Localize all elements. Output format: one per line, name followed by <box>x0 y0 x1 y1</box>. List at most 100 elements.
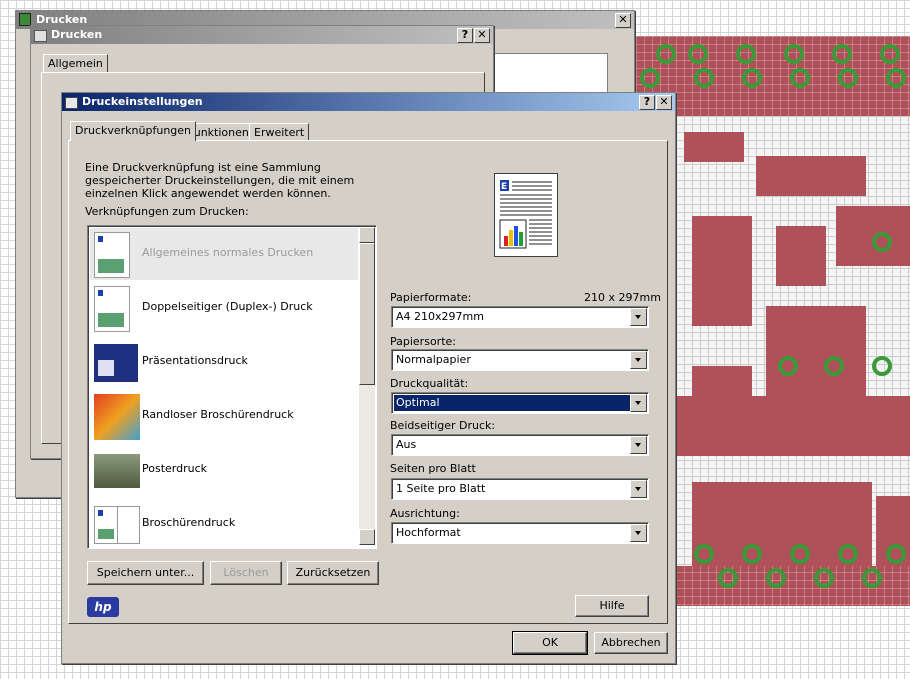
delete-button[interactable]: Löschen <box>210 561 282 585</box>
pcb-pad <box>832 44 852 64</box>
booklet-thumbnail-icon <box>94 506 140 544</box>
pcb-pad <box>784 44 804 64</box>
list-item[interactable]: Broschürendruck <box>90 498 358 548</box>
pcb-pad <box>880 44 900 64</box>
scroll-up-icon[interactable] <box>359 227 375 243</box>
pages-per-sheet-label: Seiten pro Blatt <box>390 462 476 475</box>
shortcuts-list[interactable]: Allgemeines normales Drucken Doppelseiti… <box>87 225 377 549</box>
pcb-pad <box>790 544 810 564</box>
pcb-pad <box>790 68 810 88</box>
pcb-pad <box>862 568 882 588</box>
pcb-pad <box>718 568 738 588</box>
quality-value: Optimal <box>394 395 630 411</box>
pcb-pad <box>814 568 834 588</box>
shortcuts-list-label: Verknüpfungen zum Drucken: <box>85 205 249 218</box>
pcb-pad <box>886 544 906 564</box>
presentation-thumbnail-icon <box>94 344 138 382</box>
list-item-label: Randloser Broschürendruck <box>142 408 294 421</box>
reset-button[interactable]: Zurücksetzen <box>287 561 379 585</box>
printer-icon <box>34 30 47 42</box>
help-icon[interactable]: ? <box>639 95 655 110</box>
list-item-label: Allgemeines normales Drucken <box>142 246 314 259</box>
paper-size-select[interactable]: A4 210x297mm <box>391 306 649 328</box>
orientation-value: Hochformat <box>396 526 461 539</box>
pcb-pad <box>688 44 708 64</box>
orientation-select[interactable]: Hochformat <box>391 522 649 544</box>
paper-type-label: Papiersorte: <box>390 335 456 348</box>
pcb-pad <box>736 44 756 64</box>
shortcuts-description: Eine Druckverknüpfung ist eine Sammlung … <box>85 161 355 200</box>
pcb-trace <box>684 132 744 162</box>
quality-label: Druckqualität: <box>390 377 469 390</box>
pcb-pad <box>694 544 714 564</box>
page-preview: E <box>494 173 558 257</box>
list-item-label: Posterdruck <box>142 462 208 475</box>
quality-select[interactable]: Optimal <box>391 392 649 414</box>
chevron-down-icon[interactable] <box>630 351 647 369</box>
chevron-down-icon[interactable] <box>630 480 647 498</box>
tab-advanced[interactable]: Erweitert <box>249 123 310 141</box>
list-item[interactable]: Präsentationsdruck <box>90 336 358 388</box>
paper-type-value: Normalpapier <box>396 353 471 366</box>
pcb-pad <box>838 68 858 88</box>
paper-size-value: A4 210x297mm <box>396 310 484 323</box>
pcb-pad <box>766 568 786 588</box>
scroll-thumb[interactable] <box>359 243 375 385</box>
duplex-select[interactable]: Aus <box>391 434 649 456</box>
pcb-trace <box>676 396 910 456</box>
print-settings-dialog: Druckeinstellungen ? ✕ Druckverknüpfunge… <box>61 92 676 664</box>
chevron-down-icon[interactable] <box>630 524 647 542</box>
chevron-down-icon[interactable] <box>630 436 647 454</box>
pcb-pad <box>656 44 676 64</box>
cancel-button[interactable]: Abbrechen <box>594 632 668 654</box>
poster-thumbnail-icon <box>94 454 140 488</box>
pcb-pad <box>838 544 858 564</box>
print-title: Drucken <box>51 28 103 41</box>
chevron-down-icon[interactable] <box>630 308 647 326</box>
pcb-gap <box>726 416 766 436</box>
pcb-pad <box>742 544 762 564</box>
print-settings-titlebar: Druckeinstellungen ? ✕ <box>62 93 675 111</box>
pages-per-sheet-value: 1 Seite pro Blatt <box>396 482 486 495</box>
brochure-thumbnail-icon <box>94 394 140 440</box>
print-settings-title: Druckeinstellungen <box>82 95 203 108</box>
duplex-value: Aus <box>396 438 417 451</box>
tab-general[interactable]: Allgemein <box>43 54 108 72</box>
list-item[interactable]: Posterdruck <box>90 444 358 496</box>
pcb-layout-canvas <box>636 36 910 606</box>
pcb-pad <box>640 68 660 88</box>
page-preview-graphic: E <box>499 180 552 249</box>
paper-type-select[interactable]: Normalpapier <box>391 349 649 371</box>
pcb-pad <box>778 356 798 376</box>
pcb-trace <box>766 306 866 396</box>
list-item[interactable]: Allgemeines normales Drucken <box>90 228 358 280</box>
pcb-pad <box>694 68 714 88</box>
svg-text:E: E <box>501 182 507 192</box>
list-item-label: Broschürendruck <box>142 516 236 529</box>
scroll-down-icon[interactable] <box>359 529 375 545</box>
pcb-pad <box>886 68 906 88</box>
close-icon[interactable]: ✕ <box>474 28 490 43</box>
pcb-trace <box>692 216 752 326</box>
help-button[interactable]: Hilfe <box>575 595 649 617</box>
tab-shortcuts[interactable]: Druckverknüpfungen <box>70 121 197 141</box>
print-titlebar: Drucken ? ✕ <box>31 26 493 44</box>
help-icon[interactable]: ? <box>457 28 473 43</box>
close-icon[interactable]: ✕ <box>656 95 672 110</box>
pcb-pad <box>872 356 892 376</box>
list-item-label: Doppelseitiger (Duplex-) Druck <box>142 300 313 313</box>
hp-logo: hp <box>87 597 119 617</box>
save-as-button[interactable]: Speichern unter... <box>87 561 204 585</box>
ok-button[interactable]: OK <box>512 631 588 655</box>
pcb-pad <box>742 68 762 88</box>
pages-per-sheet-select[interactable]: 1 Seite pro Blatt <box>391 478 649 500</box>
paper-size-label: Papierformate: <box>390 291 472 304</box>
close-icon[interactable]: ✕ <box>615 13 631 28</box>
list-scrollbar[interactable] <box>359 227 375 545</box>
pcb-trace <box>756 156 866 196</box>
paper-size-dims: 210 x 297mm <box>584 291 661 304</box>
list-item-label: Präsentationsdruck <box>142 354 248 367</box>
list-item[interactable]: Doppelseitiger (Duplex-) Druck <box>90 282 358 334</box>
chevron-down-icon[interactable] <box>630 394 647 412</box>
list-item[interactable]: Randloser Broschürendruck <box>90 390 358 442</box>
